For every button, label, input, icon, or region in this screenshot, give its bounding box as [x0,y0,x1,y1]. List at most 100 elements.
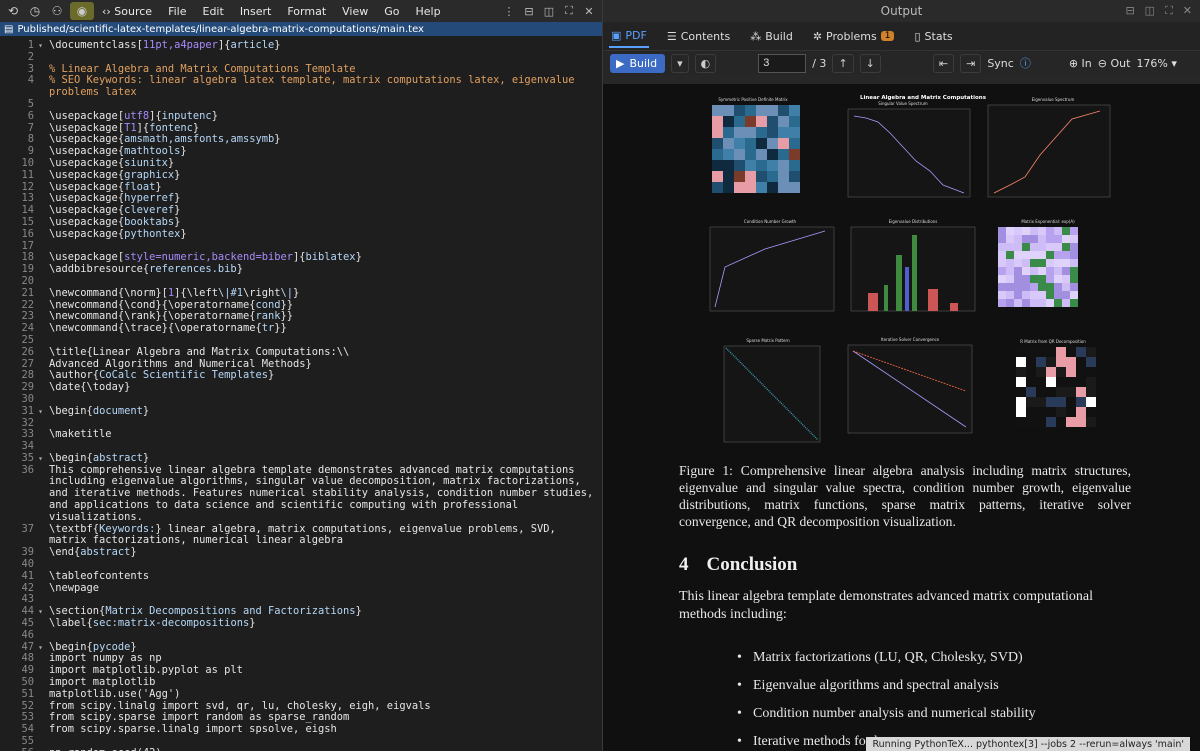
refresh-icon[interactable]: ⟲ [4,2,22,20]
list-item: Matrix factorizations (LU, QR, Cholesky,… [737,650,1036,678]
heatmap-cell [1062,227,1070,235]
code-line[interactable]: \begin{document} [49,405,596,418]
heatmap-cell [1066,367,1076,377]
code-line[interactable]: \tableofcontents [49,570,596,583]
code-line[interactable]: matplotlib.use('Agg') [49,688,596,701]
code-line[interactable]: % SEO Keywords: linear algebra latex tem… [49,75,596,99]
more-icon[interactable]: ⋮ [502,4,516,18]
menu-go[interactable]: Go [376,5,407,18]
fullscreen-icon[interactable]: ⛶ [562,4,576,18]
zoom-out-button[interactable]: ⊖ Out [1098,57,1131,70]
heatmap-cell [723,138,734,149]
sync-right-icon[interactable]: ⇥ [960,53,982,73]
code-line[interactable]: \textbf{Keywords:} linear algebra, matri… [49,523,596,548]
zoom-select[interactable]: 176% ▾ [1136,57,1176,70]
heatmap-cell [1070,299,1078,307]
heatmap-cell [778,127,789,138]
code-line[interactable]: \usepackage{pythontex} [49,228,596,241]
code-line[interactable]: \documentclass[11pt,a4paper]{article} [49,39,596,52]
sync-left-icon[interactable]: ⇤ [932,53,955,73]
clock-icon[interactable]: ◷ [26,2,44,20]
heatmap-cell [1014,267,1022,275]
menu-edit[interactable]: Edit [195,5,232,18]
heatmap-cell [998,259,1006,267]
code-line[interactable] [49,52,596,64]
heatmap-cell [1046,259,1054,267]
code-line[interactable]: \maketitle [49,428,596,441]
menu-help[interactable]: Help [408,5,449,18]
file-icon: ▤ [4,23,14,35]
code-line[interactable] [49,418,596,430]
menu-format[interactable]: Format [279,5,334,18]
section-number: 4 [679,554,689,575]
heatmap-cell [1036,377,1046,387]
line-number: 21 [21,286,34,299]
line-number: 35 [0,452,44,465]
heatmap-cell [998,299,1006,307]
code-line[interactable]: \title{Linear Algebra and Matrix Computa… [49,346,596,359]
build-button[interactable]: ▶ Build [610,53,666,73]
heatmap-cell [778,149,789,160]
help-icon[interactable]: ⓘ [1020,55,1031,71]
heatmap-cell [1030,251,1038,259]
menu-view[interactable]: View [334,5,376,18]
tab-build[interactable]: ⁂ Build [748,26,795,47]
heatmap-cell [789,116,800,127]
pdf-toolbar: ▶ Build ▾ ◐ / 3 ↑ ↓ ⇤ ⇥ Sync ⓘ ⊕ In ⊖ Out… [603,51,1200,75]
line-number: 3 [27,62,34,75]
code-line[interactable]: \author{CoCalc Scientific Templates} [49,369,596,382]
split-vertical-icon[interactable]: ◫ [1145,4,1155,18]
pdf-viewer[interactable]: Linear Algebra and Matrix Computations S… [603,84,1200,751]
person-icon[interactable]: ⚇ [48,2,66,20]
heatmap-cell [712,171,723,182]
line-number: 31 [0,405,44,418]
code-line[interactable]: \newpage [49,582,596,595]
heatmap-cell [778,138,789,149]
menu-source[interactable]: ‹› Source [94,5,160,18]
split-horizontal-icon[interactable]: ⊟ [1125,4,1134,18]
build-dropdown-icon[interactable]: ▾ [671,53,689,73]
heatmap-cell [1086,357,1096,367]
code-line[interactable]: \newcommand{\trace}{\operatorname{tr}} [49,322,596,335]
fullscreen-icon[interactable]: ⛶ [1165,4,1173,18]
menu-insert[interactable]: Insert [232,5,280,18]
code-editor[interactable]: 1234567891011121314151617181920212223242… [0,36,602,751]
tab-pdf[interactable]: ▣ PDF [609,25,649,48]
heatmap-cell [1006,299,1014,307]
split-horizontal-icon[interactable]: ⊟ [522,4,536,18]
output-title: Output [880,4,923,18]
code-line[interactable]: This comprehensive linear algebra templa… [49,464,596,524]
split-vertical-icon[interactable]: ◫ [542,4,556,18]
sync-button[interactable]: Sync [987,57,1014,70]
code-line[interactable] [49,335,596,347]
code-line[interactable]: \end{abstract} [49,546,596,559]
code-line[interactable]: \addbibresource{references.bib} [49,263,596,276]
heatmap-cell [756,149,767,160]
page-number-input[interactable] [758,53,807,73]
ai-assistant-icon[interactable]: ◉ [70,2,94,20]
code-line[interactable]: \date{\today} [49,381,596,394]
menu-file[interactable]: File [160,5,194,18]
arrow-up-icon[interactable]: ↑ [832,53,854,73]
heatmap-cell [1036,407,1046,417]
code-line[interactable]: from scipy.sparse.linalg import spsolve,… [49,723,596,736]
tab-problems[interactable]: ✲ Problems 1 [811,26,897,47]
heatmap-cell [1054,259,1062,267]
close-icon[interactable]: ✕ [582,4,596,18]
line-number: 6 [27,109,34,122]
list-item: Condition number analysis and numerical … [737,706,1036,734]
code-line[interactable]: \begin{abstract} [49,452,596,465]
zoom-in-button[interactable]: ⊕ In [1069,57,1092,70]
line-number: 10 [21,156,34,169]
heatmap-cell [1046,275,1054,283]
tab-contents[interactable]: ☰ Contents [665,26,732,47]
close-icon[interactable]: ✕ [1183,4,1192,18]
code-content[interactable]: \documentclass[11pt,a4paper]{article}% L… [49,39,596,751]
heatmap-cell [1038,259,1046,267]
code-line[interactable]: \label{sec:matrix-decompositions} [49,617,596,630]
tab-stats[interactable]: ▯ Stats [912,26,954,47]
arrow-down-icon[interactable]: ↓ [859,53,881,73]
code-line[interactable] [49,630,596,642]
contrast-icon[interactable]: ◐ [694,53,717,73]
heatmap-cell [1056,397,1066,407]
